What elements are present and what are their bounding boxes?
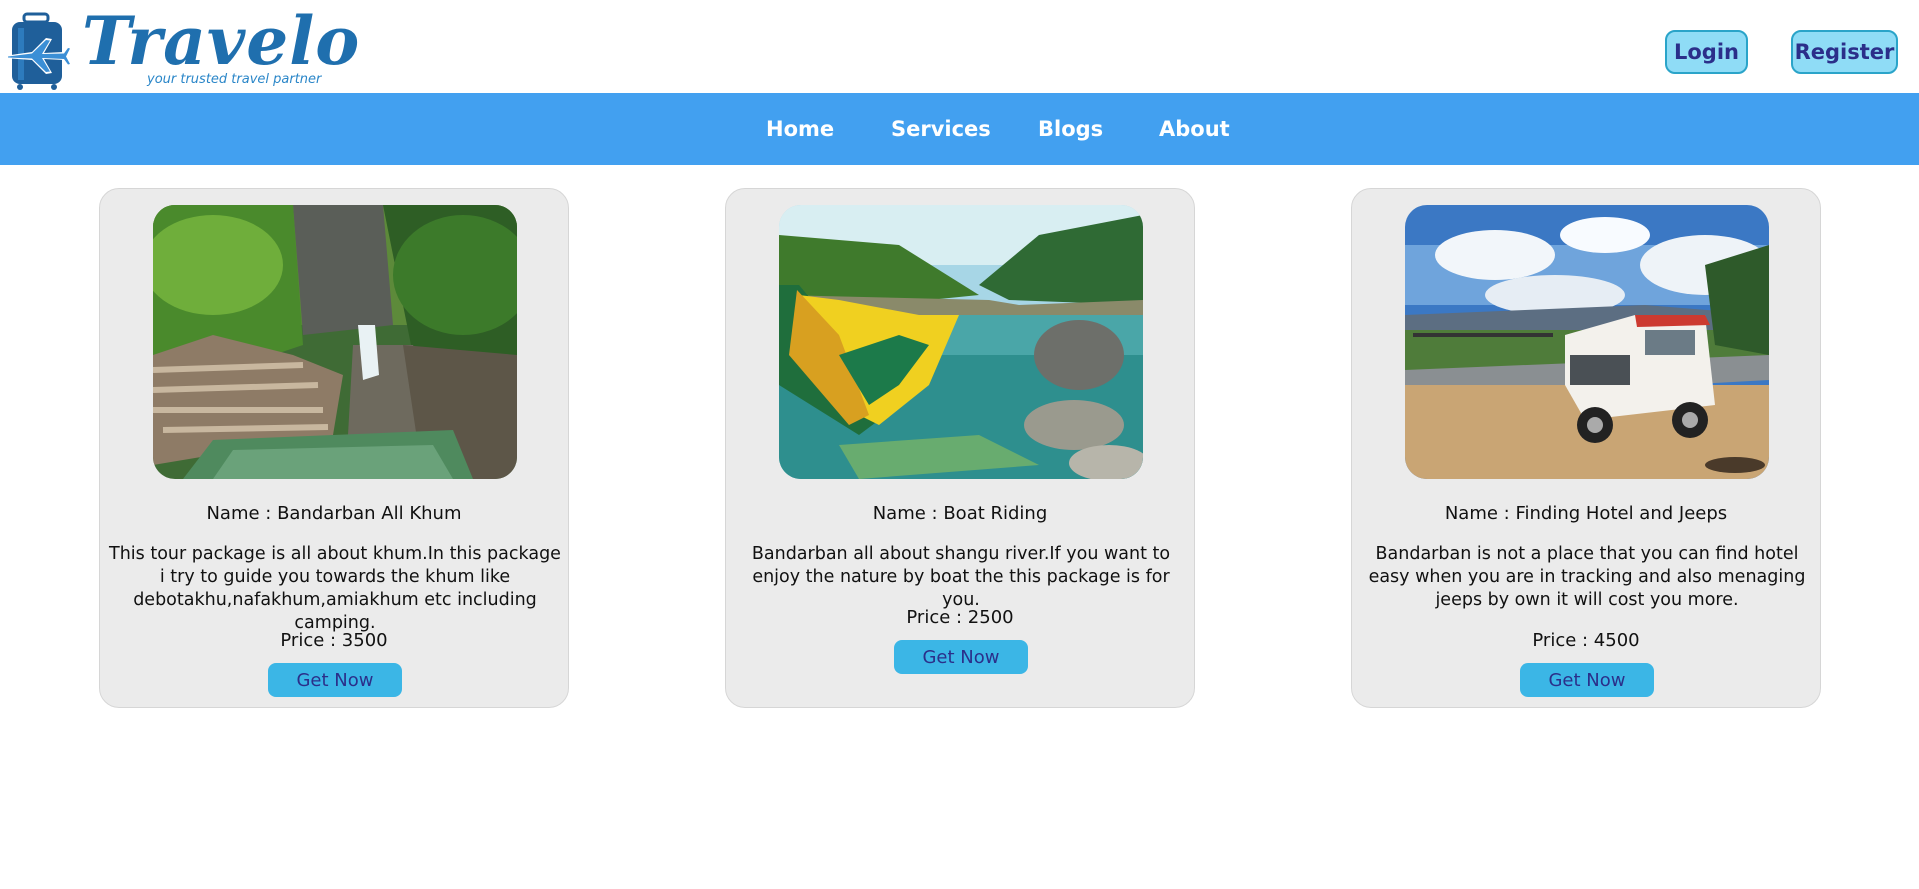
brand-name: Travelo [82, 2, 361, 80]
package-image [779, 205, 1143, 479]
package-price: Price : 2500 [906, 607, 1014, 628]
package-card: Name : Boat Riding Bandarban all about s… [725, 188, 1195, 708]
register-button[interactable]: Register [1791, 30, 1898, 74]
package-price: Price : 4500 [1532, 630, 1640, 651]
suitcase-plane-logo-icon [4, 12, 72, 90]
package-card: Name : Bandarban All Khum This tour pack… [99, 188, 569, 708]
nav-item-blogs[interactable]: Blogs [1038, 117, 1103, 141]
package-description: This tour package is all about khum.In t… [109, 544, 561, 633]
package-description: Bandarban is not a place that you can fi… [1368, 544, 1806, 610]
package-image [1405, 205, 1769, 479]
main-nav: Home Services Blogs About [0, 93, 1919, 165]
river-boat-photo [779, 205, 1143, 479]
nav-item-home[interactable]: Home [766, 117, 834, 141]
package-image [153, 205, 517, 479]
get-now-button[interactable]: Get Now [1520, 663, 1654, 697]
header: Travelo your trusted travel partner Logi… [0, 0, 1919, 93]
brand-tagline: your trusted travel partner [147, 72, 322, 87]
package-name: Name : Finding Hotel and Jeeps [1444, 503, 1728, 524]
waterfall-canyon-photo [153, 205, 517, 479]
jeep-photo [1405, 205, 1769, 479]
package-name: Name : Bandarban All Khum [206, 503, 462, 524]
package-price: Price : 3500 [280, 630, 388, 651]
package-card: Name : Finding Hotel and Jeeps Bandarban… [1351, 188, 1821, 708]
package-description: Bandarban all about shangu river.If you … [751, 544, 1171, 610]
get-now-button[interactable]: Get Now [268, 663, 402, 697]
get-now-button[interactable]: Get Now [894, 640, 1028, 674]
nav-item-services[interactable]: Services [891, 117, 991, 141]
brand-logo[interactable]: Travelo your trusted travel partner [0, 2, 359, 92]
package-name: Name : Boat Riding [872, 503, 1048, 524]
nav-item-about[interactable]: About [1159, 117, 1230, 141]
login-button[interactable]: Login [1665, 30, 1748, 74]
